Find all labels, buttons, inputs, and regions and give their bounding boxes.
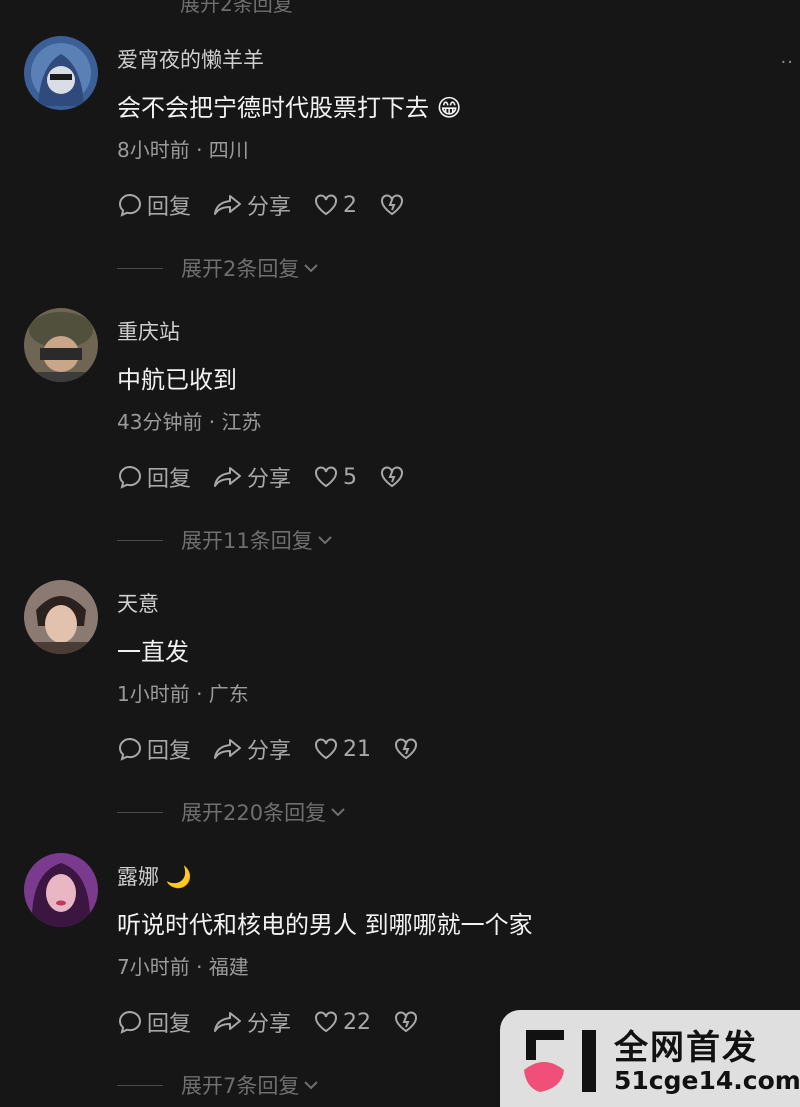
dislike-button[interactable] xyxy=(379,465,409,489)
chevron-down-icon xyxy=(304,1081,319,1090)
chevron-down-icon xyxy=(331,808,345,817)
comment-meta: 43分钟前 · 江苏 xyxy=(117,410,262,434)
divider xyxy=(117,267,163,269)
like-button[interactable]: 21 xyxy=(313,737,371,762)
like-button[interactable]: 5 xyxy=(313,465,357,490)
reply-button[interactable]: 回复 xyxy=(117,1006,191,1038)
chevron-down-icon xyxy=(304,264,319,273)
expand-replies-label: 展开220条回复 xyxy=(181,801,327,825)
share-button[interactable]: 分享 xyxy=(213,189,291,221)
broken-heart-icon xyxy=(381,194,404,216)
speech-bubble-icon xyxy=(118,465,142,489)
expand-replies-label: 展开7条回复 xyxy=(181,1074,300,1098)
speech-bubble-icon xyxy=(118,193,142,217)
expand-replies[interactable]: 展开7条回复 xyxy=(117,1070,319,1100)
heart-icon xyxy=(315,466,338,488)
share-arrow-icon xyxy=(214,195,242,215)
expand-replies-label: 展开11条回复 xyxy=(181,529,313,553)
broken-heart-icon xyxy=(395,1011,418,1033)
comment-text: 一直发 xyxy=(117,638,189,666)
divider xyxy=(117,1084,163,1086)
like-count: 5 xyxy=(343,464,358,490)
reply-label: 回复 xyxy=(147,195,192,220)
share-button[interactable]: 分享 xyxy=(213,733,291,765)
like-count: 2 xyxy=(343,192,358,218)
expand-replies[interactable]: 展开220条回复 xyxy=(117,797,346,827)
avatar[interactable] xyxy=(24,308,98,382)
dislike-button[interactable] xyxy=(393,1010,423,1034)
share-label: 分享 xyxy=(247,739,292,764)
comment-text: 会不会把宁德时代股票打下去 😁 xyxy=(117,94,462,122)
broken-heart-icon xyxy=(395,738,418,760)
comment-list-screen: 展开2条回复 ·· 爱宵夜的懒羊羊 会不会把宁德时代股票打下去 😁 8小时前 ·… xyxy=(0,0,800,1107)
share-button[interactable]: 分享 xyxy=(213,1006,291,1038)
username[interactable]: 爱宵夜的懒羊羊 xyxy=(117,44,264,74)
comment-text: 中航已收到 xyxy=(117,366,237,394)
reply-button[interactable]: 回复 xyxy=(117,733,191,765)
username[interactable]: 重庆站 xyxy=(117,316,180,346)
heart-icon xyxy=(315,194,338,216)
dislike-button[interactable] xyxy=(379,193,409,217)
reply-label: 回复 xyxy=(147,1012,192,1037)
comment-item: 重庆站 中航已收到 43分钟前 · 江苏 回复 分享 5 展开11条回复 xyxy=(0,308,800,580)
share-button[interactable]: 分享 xyxy=(213,461,291,493)
share-arrow-icon xyxy=(214,1012,242,1032)
expand-replies-label: 展开2条回复 xyxy=(181,257,300,281)
comment-item: 爱宵夜的懒羊羊 会不会把宁德时代股票打下去 😁 8小时前 · 四川 回复 分享 … xyxy=(0,36,800,308)
share-arrow-icon xyxy=(214,467,242,487)
dislike-button[interactable] xyxy=(393,737,423,761)
share-label: 分享 xyxy=(247,1012,292,1037)
comment-actions: 回复 分享 5 xyxy=(117,460,409,494)
share-arrow-icon xyxy=(214,739,242,759)
heart-icon xyxy=(315,1011,338,1033)
comment-text: 听说时代和核电的男人 到哪哪就一个家 xyxy=(117,911,533,939)
watermark-title: 全网首发 xyxy=(614,1028,758,1068)
expand-replies-partial[interactable]: 展开2条回复 xyxy=(180,0,293,17)
username[interactable]: 天意 xyxy=(117,588,159,618)
comment-actions: 回复 分享 22 xyxy=(117,1005,423,1039)
speech-bubble-icon xyxy=(118,737,142,761)
reply-button[interactable]: 回复 xyxy=(117,189,191,221)
expand-replies[interactable]: 展开11条回复 xyxy=(117,525,333,555)
expand-replies[interactable]: 展开2条回复 xyxy=(117,253,319,283)
like-button[interactable]: 22 xyxy=(313,1010,371,1035)
username[interactable]: 露娜 🌙 xyxy=(117,861,192,891)
divider xyxy=(117,811,163,813)
reply-label: 回复 xyxy=(147,467,192,492)
avatar[interactable] xyxy=(24,853,98,927)
watermark-url: 51cge14.com xyxy=(614,1066,800,1095)
like-button[interactable]: 2 xyxy=(313,193,357,218)
avatar[interactable] xyxy=(24,580,98,654)
divider xyxy=(117,539,163,541)
reply-button[interactable]: 回复 xyxy=(117,461,191,493)
reply-label: 回复 xyxy=(147,739,192,764)
comment-meta: 8小时前 · 四川 xyxy=(117,138,249,162)
broken-heart-icon xyxy=(381,466,404,488)
comment-meta: 7小时前 · 福建 xyxy=(117,955,249,979)
watermark-logo-icon xyxy=(524,1030,596,1092)
like-count: 22 xyxy=(343,1009,372,1035)
comment-item: 天意 一直发 1小时前 · 广东 回复 分享 21 展开220条回复 xyxy=(0,580,800,852)
share-label: 分享 xyxy=(247,467,292,492)
share-label: 分享 xyxy=(247,195,292,220)
speech-bubble-icon xyxy=(118,1010,142,1034)
comment-actions: 回复 分享 2 xyxy=(117,188,409,222)
site-watermark: 全网首发 51cge14.com xyxy=(500,1010,800,1107)
comment-actions: 回复 分享 21 xyxy=(117,732,423,766)
comment-meta: 1小时前 · 广东 xyxy=(117,682,249,706)
avatar[interactable] xyxy=(24,36,98,110)
chevron-down-icon xyxy=(318,536,332,545)
like-count: 21 xyxy=(343,736,372,762)
heart-icon xyxy=(315,738,338,760)
